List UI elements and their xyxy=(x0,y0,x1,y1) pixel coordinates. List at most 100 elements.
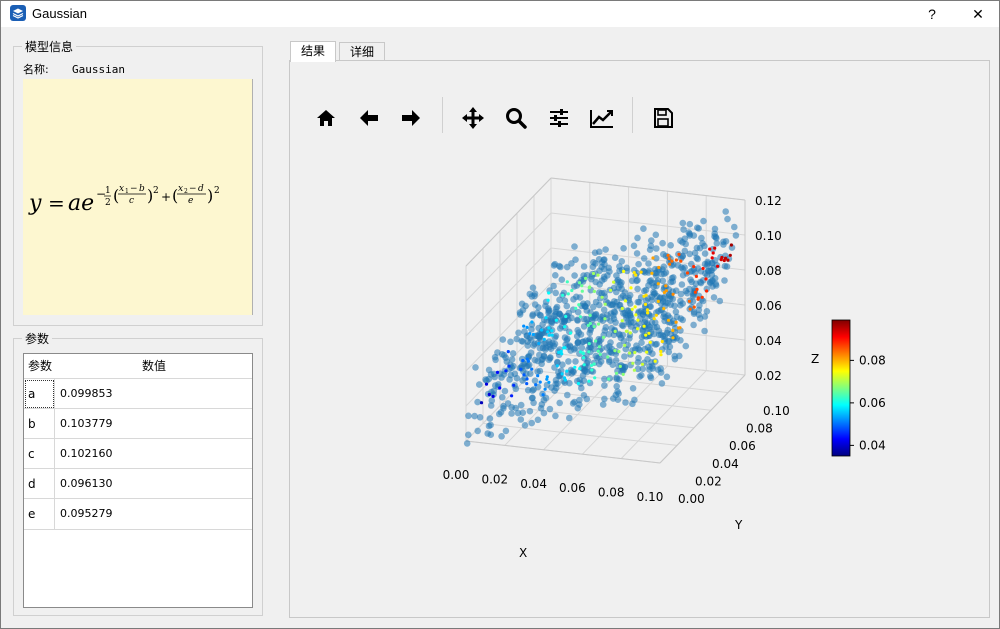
surface-point xyxy=(522,373,526,377)
data-point xyxy=(641,287,648,295)
data-point xyxy=(574,339,582,347)
data-point xyxy=(588,367,595,375)
pan-icon[interactable] xyxy=(456,101,490,135)
zoom-icon[interactable] xyxy=(499,101,533,135)
surface-point xyxy=(685,271,690,275)
data-point xyxy=(566,342,574,350)
data-point xyxy=(671,324,679,332)
table-row[interactable]: a 0.099853 xyxy=(24,378,252,409)
data-point xyxy=(626,311,634,319)
table-row[interactable]: c 0.102160 xyxy=(24,438,252,469)
data-point xyxy=(516,364,524,372)
tab-results[interactable]: 结果 xyxy=(290,41,337,62)
data-point xyxy=(691,287,698,295)
data-point xyxy=(500,351,508,359)
data-point xyxy=(631,326,639,334)
pane-edge xyxy=(465,177,552,267)
help-button[interactable]: ? xyxy=(912,3,952,25)
data-point xyxy=(524,386,532,394)
data-point xyxy=(569,367,577,375)
edit-axes-icon[interactable] xyxy=(585,101,619,135)
data-point xyxy=(540,396,548,404)
param-name-cell[interactable]: a xyxy=(24,379,55,409)
data-point xyxy=(556,296,563,304)
data-point xyxy=(628,277,636,285)
surface-point xyxy=(588,285,592,289)
param-name-cell[interactable]: c xyxy=(24,439,55,469)
param-value-cell[interactable]: 0.102160 xyxy=(60,439,113,469)
data-point xyxy=(723,263,731,270)
param-value-header[interactable]: 数值 xyxy=(142,354,166,378)
data-point xyxy=(545,307,553,315)
data-point xyxy=(587,341,594,348)
param-name-cell[interactable]: e xyxy=(24,499,55,529)
z-tick-label: 0.12 xyxy=(755,194,782,208)
data-point xyxy=(660,313,667,320)
data-point xyxy=(693,254,700,262)
data-point xyxy=(542,327,550,334)
data-point xyxy=(665,348,673,356)
table-row[interactable]: e 0.095279 xyxy=(24,498,252,530)
data-point xyxy=(672,287,680,294)
param-value-cell[interactable]: 0.103779 xyxy=(60,409,113,439)
table-row[interactable]: d 0.096130 xyxy=(24,468,252,499)
data-point xyxy=(598,263,605,271)
tab-details[interactable]: 详细 xyxy=(339,42,386,62)
data-point xyxy=(536,334,543,342)
data-point xyxy=(703,285,711,293)
surface-point xyxy=(522,324,526,328)
save-icon[interactable] xyxy=(646,101,680,135)
surface-point xyxy=(577,281,582,285)
param-name-cell[interactable]: b xyxy=(24,409,55,439)
data-point xyxy=(556,262,563,270)
data-point xyxy=(631,266,638,274)
data-point xyxy=(610,308,618,315)
params-table[interactable]: 参数 数值 a 0.099853 b 0.103779 c 0.102160 d… xyxy=(23,353,253,608)
data-point xyxy=(545,309,552,316)
back-icon[interactable] xyxy=(352,101,386,135)
param-name-header[interactable]: 参数 xyxy=(28,354,52,378)
data-point xyxy=(526,361,533,369)
grid-line xyxy=(482,422,678,446)
surface-point xyxy=(609,288,613,292)
data-point xyxy=(644,356,651,363)
data-point xyxy=(655,266,663,274)
data-point xyxy=(601,375,608,383)
param-value-cell[interactable]: 0.095279 xyxy=(60,499,113,529)
forward-icon[interactable] xyxy=(394,101,428,135)
surface-point xyxy=(495,370,500,374)
surface-point xyxy=(484,382,489,386)
data-point xyxy=(567,366,575,374)
param-value-cell[interactable]: 0.096130 xyxy=(60,469,113,499)
svg-text:1: 1 xyxy=(105,186,111,196)
close-button[interactable]: ✕ xyxy=(958,3,998,25)
data-point xyxy=(642,286,650,294)
data-point xyxy=(618,285,625,293)
data-point xyxy=(690,289,697,297)
data-point xyxy=(576,401,583,408)
data-point xyxy=(546,307,553,314)
data-point xyxy=(611,327,618,335)
data-point xyxy=(582,303,589,310)
data-point xyxy=(686,232,693,239)
data-point xyxy=(583,352,590,359)
surface-point xyxy=(679,259,683,263)
configure-subplots-icon[interactable] xyxy=(542,101,576,135)
data-point xyxy=(530,342,537,349)
param-value-cell[interactable]: 0.099853 xyxy=(60,379,113,409)
data-point xyxy=(567,343,574,351)
data-point xyxy=(552,412,559,420)
home-icon[interactable] xyxy=(309,101,343,135)
data-point xyxy=(653,269,660,277)
param-name-cell[interactable]: d xyxy=(24,469,55,499)
data-point xyxy=(492,356,499,364)
table-row[interactable]: b 0.103779 xyxy=(24,408,252,439)
data-point xyxy=(606,375,614,382)
surface-point xyxy=(633,305,637,309)
data-point xyxy=(563,263,571,271)
data-point xyxy=(671,352,678,360)
surface-point xyxy=(654,313,658,317)
grid-line xyxy=(499,405,695,429)
data-point xyxy=(678,264,685,271)
data-point xyxy=(616,267,623,275)
